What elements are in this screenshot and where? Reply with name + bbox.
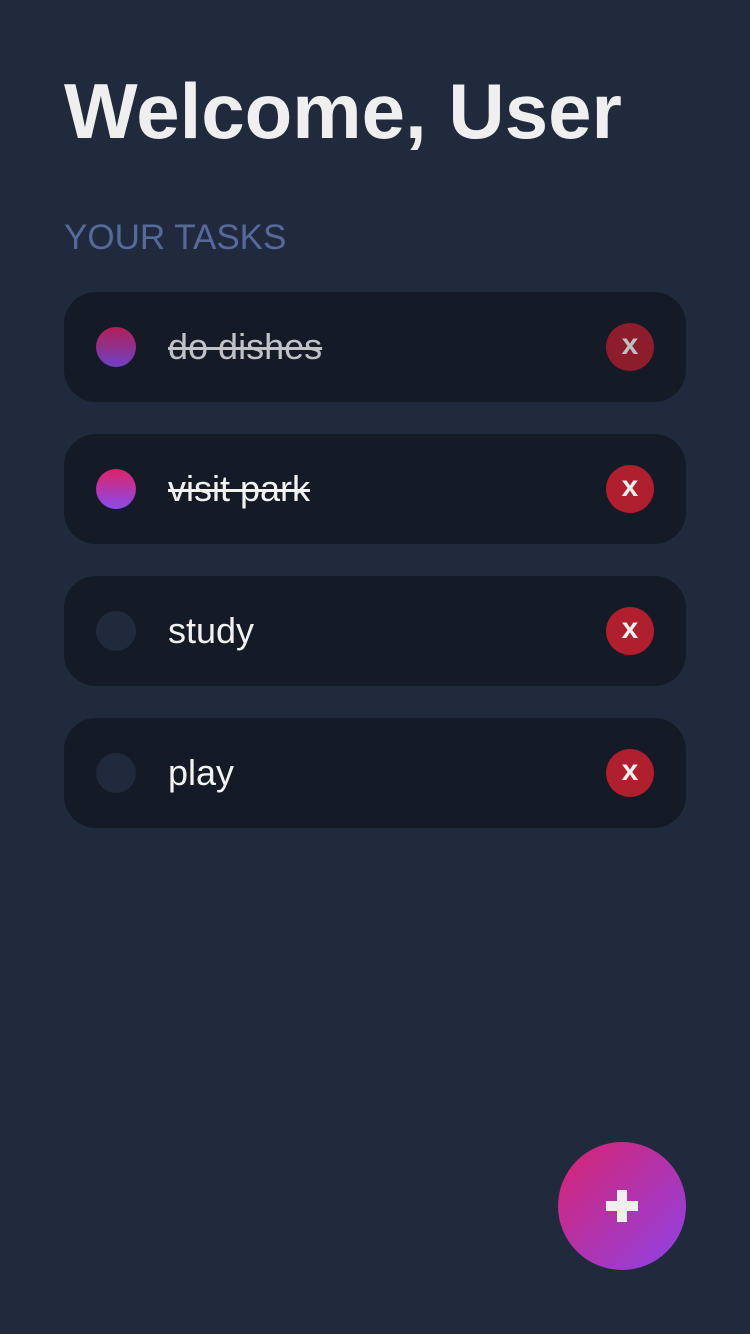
delete-button[interactable]: x (606, 465, 654, 513)
task-label: do dishes (168, 326, 323, 367)
task-item[interactable]: play x (64, 718, 686, 828)
page-title: Welcome, User (64, 67, 622, 155)
task-label: visit park (168, 468, 311, 509)
task-item[interactable]: visit park x (64, 434, 686, 544)
task-item[interactable]: do dishes x (64, 292, 686, 402)
task-checkbox[interactable] (96, 327, 136, 367)
task-item[interactable]: study x (64, 576, 686, 686)
delete-button[interactable]: x (606, 323, 654, 371)
task-label: play (168, 752, 235, 793)
delete-button[interactable]: x (606, 749, 654, 797)
delete-button[interactable]: x (606, 607, 654, 655)
task-checkbox[interactable] (96, 611, 136, 651)
page: Welcome, User YOUR TASKS do dishes x vis… (0, 0, 750, 1334)
section-heading: YOUR TASKS (64, 218, 287, 257)
add-task-button[interactable] (558, 1142, 686, 1270)
task-list: do dishes x visit park x study x play x (64, 292, 686, 860)
task-label: study (168, 610, 255, 651)
task-checkbox[interactable] (96, 753, 136, 793)
task-checkbox[interactable] (96, 469, 136, 509)
plus-icon (606, 1190, 638, 1222)
